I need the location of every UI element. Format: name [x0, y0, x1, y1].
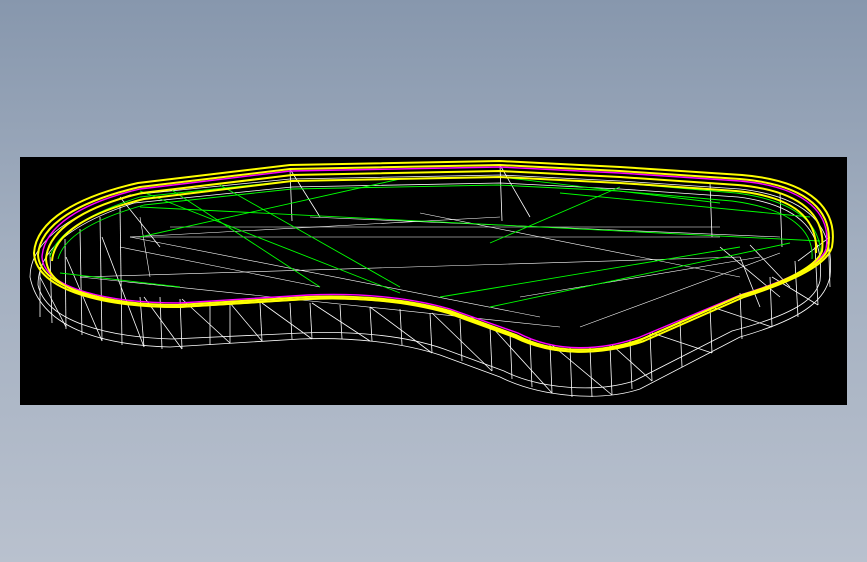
- mesh-lower-wall: [29, 164, 832, 398]
- cad-viewport-panel[interactable]: [20, 157, 847, 405]
- mesh-magenta-rim: [41, 166, 828, 349]
- mesh-wall-ticks: [39, 164, 831, 398]
- mesh-yellow-rim: [32, 159, 834, 353]
- wireframe-model: [29, 159, 834, 398]
- mesh-floor-fans: [79, 212, 781, 328]
